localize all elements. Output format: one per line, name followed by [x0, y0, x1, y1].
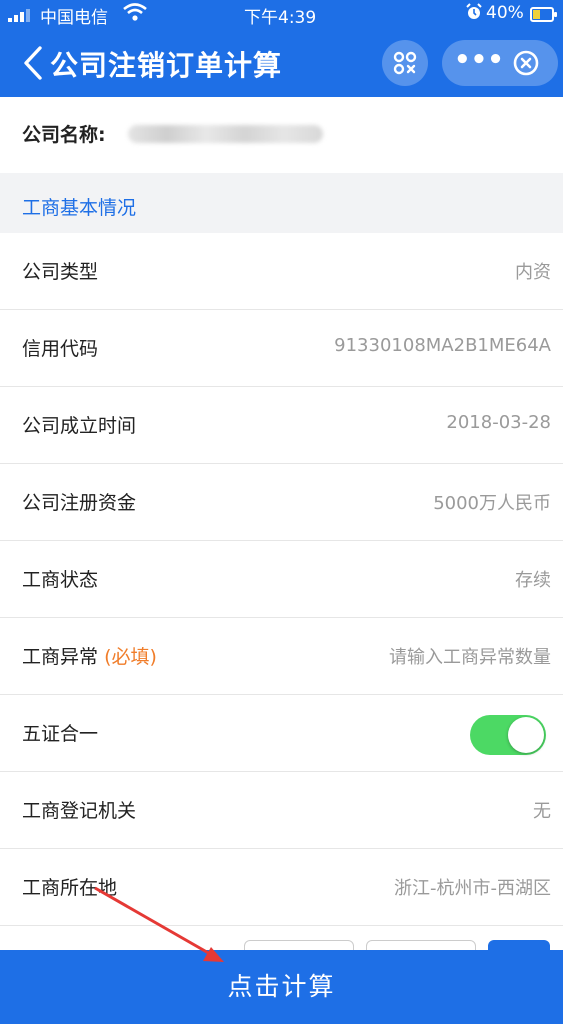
- field-label: 公司成立时间: [22, 415, 137, 437]
- field-value: 无: [533, 801, 551, 822]
- row-business-abnormal[interactable]: 工商异常 (必填) 请输入工商异常数量: [0, 618, 563, 695]
- more-dots-icon[interactable]: •••: [454, 45, 504, 81]
- company-name-row: 公司名称:: [0, 97, 563, 173]
- chevron-left-icon[interactable]: [18, 44, 48, 82]
- wifi-icon: [123, 3, 147, 21]
- battery-fill: [533, 10, 540, 19]
- company-name-redacted: [128, 125, 323, 143]
- company-name-label: 公司名称:: [22, 124, 106, 146]
- carrier-name: 中国电信: [40, 8, 108, 28]
- row-five-in-one: 五证合一: [0, 695, 563, 772]
- status-bar: 中国电信 下午4:39 40%: [0, 0, 563, 30]
- page-title: 公司注销订单计算: [50, 49, 283, 82]
- field-label: 工商所在地: [22, 877, 118, 899]
- close-circle-icon[interactable]: [512, 49, 540, 77]
- field-label: 公司注册资金: [22, 492, 137, 514]
- app-header: 中国电信 下午4:39 40% 公司注销订单计算 •••: [0, 0, 563, 97]
- calculate-button[interactable]: 点击计算: [0, 950, 563, 1024]
- field-value: 5000万人民币: [433, 493, 551, 514]
- field-label: 公司类型: [22, 261, 99, 283]
- field-value: 存续: [515, 570, 551, 591]
- field-label: 工商状态: [22, 569, 99, 591]
- section-header: 工商基本情况: [0, 173, 563, 233]
- field-label-text: 工商异常: [22, 646, 99, 668]
- field-label: 信用代码: [22, 338, 99, 360]
- field-value: 浙江-杭州市-西湖区: [394, 878, 551, 899]
- field-label: 五证合一: [22, 723, 99, 745]
- nav-bar: 公司注销订单计算 •••: [0, 30, 563, 97]
- alarm-icon: [466, 3, 482, 19]
- abnormal-count-input[interactable]: 请输入工商异常数量: [389, 643, 551, 669]
- field-value: 91330108MA2B1ME64A: [334, 335, 551, 356]
- battery-icon: [530, 7, 557, 22]
- row-location[interactable]: 工商所在地 浙江-杭州市-西湖区: [0, 849, 563, 926]
- battery-percent: 40%: [486, 3, 524, 23]
- signal-icon: [8, 9, 30, 22]
- row-registered-capital[interactable]: 公司注册资金 5000万人民币: [0, 464, 563, 541]
- field-label: 工商异常 (必填): [22, 642, 157, 669]
- section-title: 工商基本情况: [22, 197, 137, 219]
- clock-time: 下午4:39: [244, 8, 317, 28]
- scan-button[interactable]: [382, 40, 428, 86]
- row-company-type[interactable]: 公司类型 内资: [0, 233, 563, 310]
- five-in-one-toggle[interactable]: [470, 715, 546, 755]
- toggle-knob: [508, 717, 544, 753]
- row-registration-authority[interactable]: 工商登记机关 无: [0, 772, 563, 849]
- mini-program-capsule: •••: [442, 40, 558, 86]
- field-value: 2018-03-28: [446, 412, 551, 433]
- scan-icon: [393, 51, 417, 75]
- row-credit-code[interactable]: 信用代码 91330108MA2B1ME64A: [0, 310, 563, 387]
- partially-hidden-buttons: [0, 926, 563, 966]
- field-label: 工商登记机关: [22, 800, 137, 822]
- row-business-status[interactable]: 工商状态 存续: [0, 541, 563, 618]
- required-tag: (必填): [104, 646, 157, 668]
- field-value: 内资: [515, 262, 551, 283]
- row-established-date[interactable]: 公司成立时间 2018-03-28: [0, 387, 563, 464]
